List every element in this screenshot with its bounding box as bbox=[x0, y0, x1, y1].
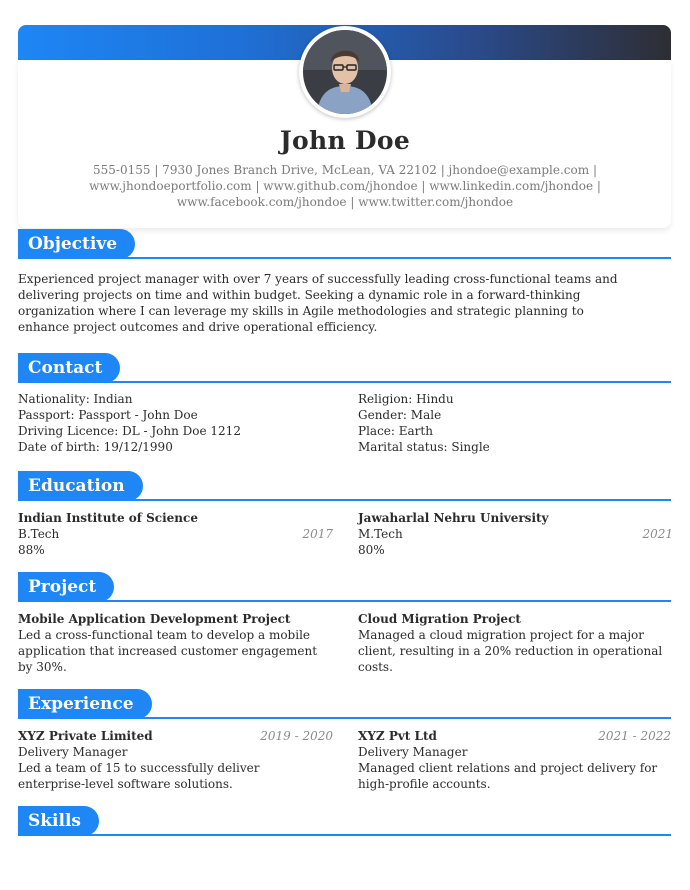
employment-period: 2019 - 2020 bbox=[260, 729, 333, 743]
graduation-year: 2017 bbox=[302, 527, 333, 541]
score: 88% bbox=[18, 543, 45, 557]
company-name: XYZ Private Limited bbox=[18, 729, 153, 743]
section-divider bbox=[18, 257, 671, 259]
project-description: Managed a cloud migration project for a … bbox=[358, 628, 663, 674]
section-title: Skills bbox=[18, 806, 100, 836]
detail-item: Date of birth: 19/12/1990 bbox=[18, 440, 173, 454]
school-name: Jawaharlal Nehru University bbox=[358, 511, 549, 525]
section-divider bbox=[18, 834, 671, 836]
contact-info-line: www.facebook.com/jhondoe | www.twitter.c… bbox=[176, 195, 514, 209]
education-item: Indian Institute of Science B.Tech 2017 … bbox=[18, 510, 333, 558]
project-item: Mobile Application Development Project L… bbox=[18, 611, 323, 675]
school-name: Indian Institute of Science bbox=[18, 511, 198, 525]
job-role: Delivery Manager bbox=[358, 745, 468, 759]
job-description: Managed client relations and project del… bbox=[358, 761, 658, 791]
section-title: Project bbox=[18, 572, 115, 602]
section-heading-project: Project bbox=[18, 572, 671, 604]
section-heading-objective: Objective bbox=[18, 229, 671, 261]
candidate-name: John Doe bbox=[279, 126, 411, 155]
project-description: Led a cross-functional team to develop a… bbox=[18, 628, 318, 674]
person-photo-icon bbox=[303, 30, 387, 114]
detail-item: Marital status: Single bbox=[358, 440, 490, 454]
detail-item: Driving Licence: DL - John Doe 1212 bbox=[18, 424, 241, 438]
detail-item: Passport: Passport - John Doe bbox=[18, 408, 198, 422]
experience-item: XYZ Pvt Ltd 2021 - 2022 Delivery Manager… bbox=[358, 728, 671, 792]
detail-item: Religion: Hindu bbox=[358, 392, 454, 406]
graduation-year: 2021 bbox=[642, 527, 673, 541]
degree: M.Tech bbox=[358, 527, 403, 541]
degree: B.Tech bbox=[18, 527, 60, 541]
project-name: Mobile Application Development Project bbox=[18, 612, 291, 626]
section-heading-skills: Skills bbox=[18, 806, 671, 838]
contact-info-line: 555-0155 | 7930 Jones Branch Drive, McLe… bbox=[93, 163, 597, 177]
contact-details-left: Nationality: Indian Passport: Passport -… bbox=[18, 391, 333, 455]
project-name: Cloud Migration Project bbox=[358, 612, 521, 626]
employment-period: 2021 - 2022 bbox=[598, 729, 671, 743]
section-title: Experience bbox=[18, 689, 152, 719]
project-item: Cloud Migration Project Managed a cloud … bbox=[358, 611, 663, 675]
score: 80% bbox=[358, 543, 385, 557]
contact-details-right: Religion: Hindu Gender: Male Place: Eart… bbox=[358, 391, 673, 455]
section-title: Contact bbox=[18, 353, 121, 383]
contact-info-line: www.jhondoeportfolio.com | www.github.co… bbox=[89, 179, 601, 193]
section-divider bbox=[18, 499, 671, 501]
detail-item: Place: Earth bbox=[358, 424, 433, 438]
detail-item: Gender: Male bbox=[358, 408, 442, 422]
job-description: Led a team of 15 to successfully deliver… bbox=[18, 761, 260, 791]
objective-text: Experienced project manager with over 7 … bbox=[18, 272, 618, 334]
company-name: XYZ Pvt Ltd bbox=[358, 729, 437, 743]
job-role: Delivery Manager bbox=[18, 745, 128, 759]
section-title: Objective bbox=[18, 229, 136, 259]
section-heading-education: Education bbox=[18, 471, 671, 503]
experience-item: XYZ Private Limited 2019 - 2020 Delivery… bbox=[18, 728, 333, 792]
section-divider bbox=[18, 381, 671, 383]
section-title: Education bbox=[18, 471, 143, 501]
section-divider bbox=[18, 717, 671, 719]
profile-avatar bbox=[299, 26, 391, 118]
section-divider bbox=[18, 600, 671, 602]
education-item: Jawaharlal Nehru University M.Tech 2021 … bbox=[358, 510, 673, 558]
section-heading-contact: Contact bbox=[18, 353, 671, 385]
section-heading-experience: Experience bbox=[18, 689, 671, 721]
detail-item: Nationality: Indian bbox=[18, 392, 133, 406]
